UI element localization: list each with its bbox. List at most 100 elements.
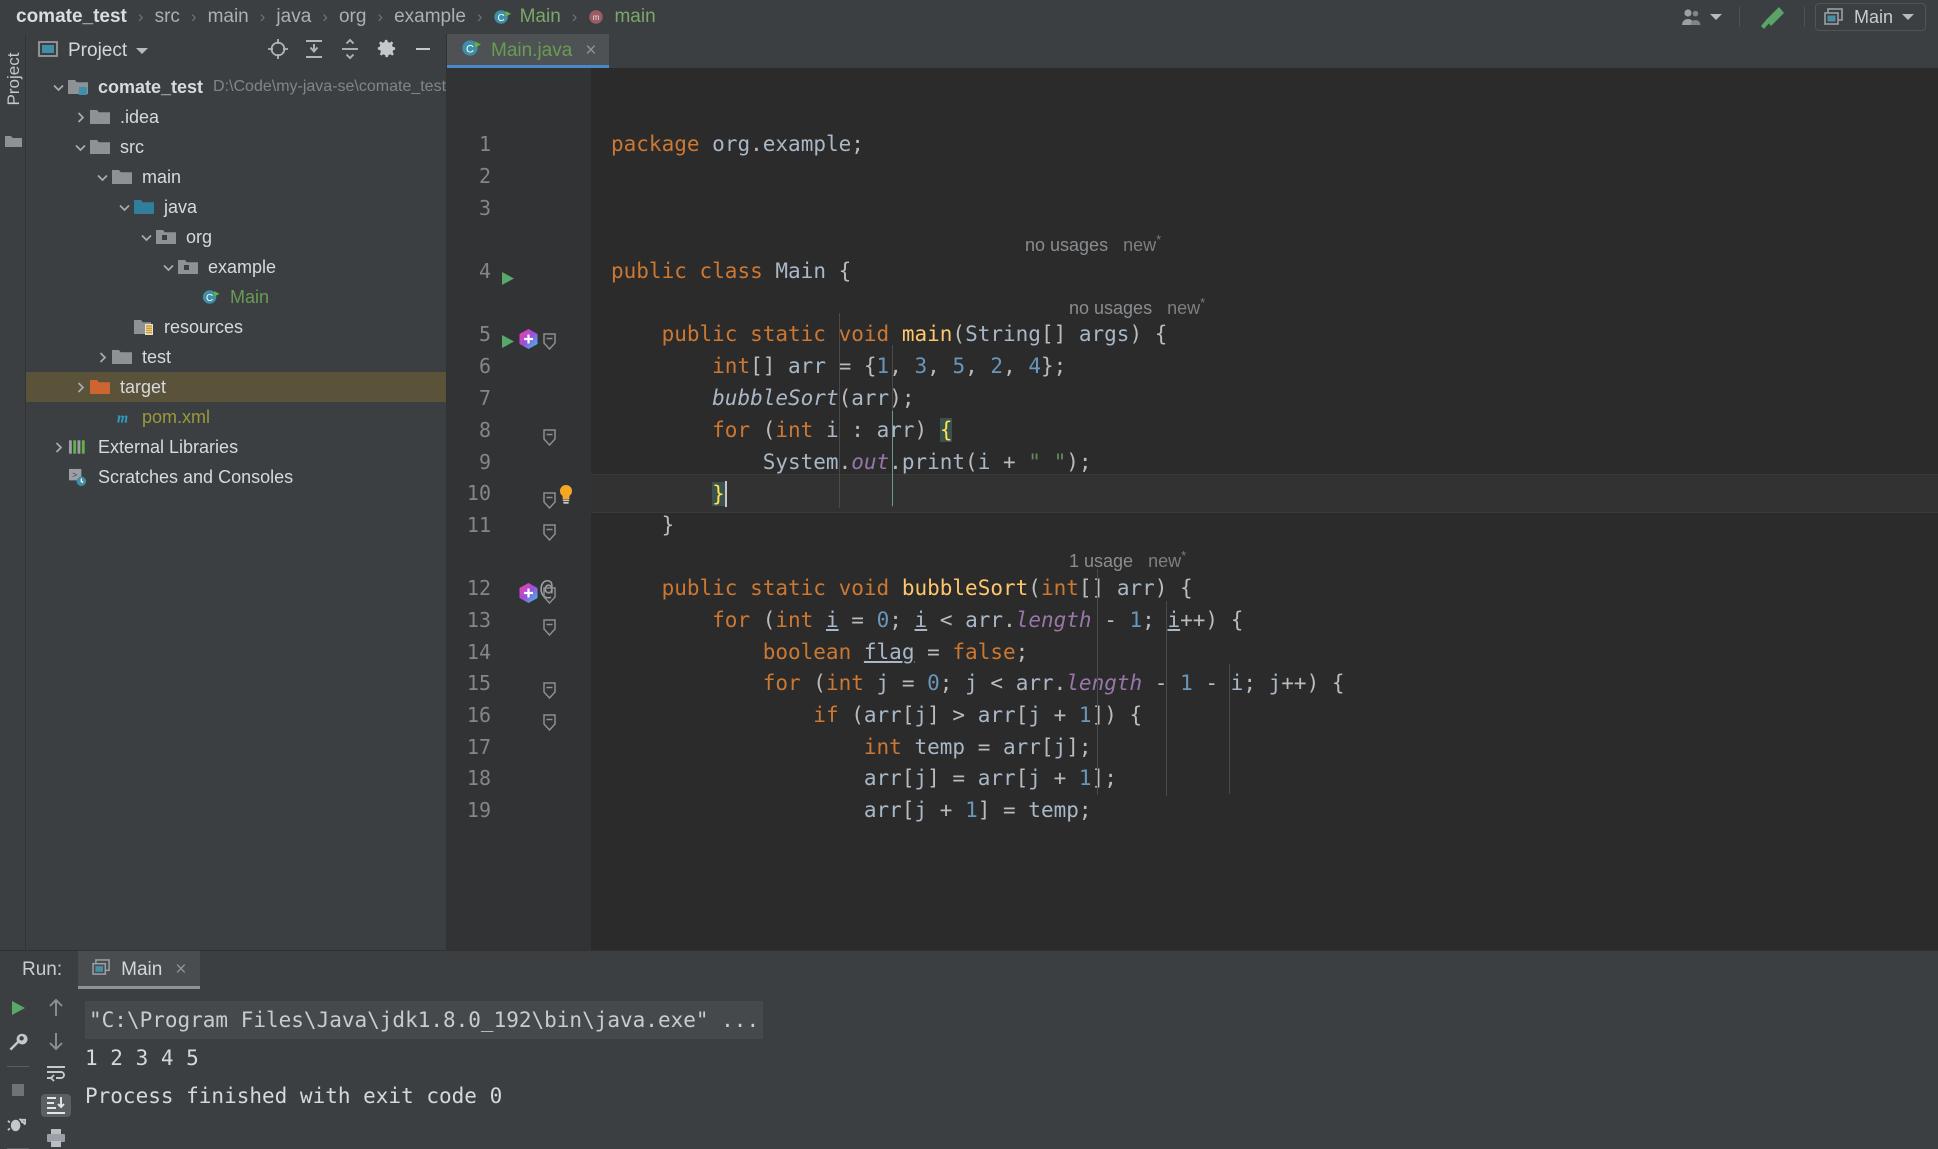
- chevron-down-icon[interactable]: [114, 201, 134, 214]
- expand-all-icon[interactable]: [303, 38, 325, 65]
- chevron-down-icon[interactable]: [70, 141, 90, 154]
- tree-node-external-libraries[interactable]: External Libraries: [26, 432, 446, 462]
- tree-node-src[interactable]: src: [26, 132, 446, 162]
- code-line[interactable]: public class Main {: [591, 252, 1938, 291]
- tree-node-label: src: [120, 137, 144, 158]
- breadcrumb-item-example[interactable]: example: [392, 6, 468, 28]
- tree-node-test[interactable]: test: [26, 342, 446, 372]
- chevron-down-icon[interactable]: [136, 48, 148, 54]
- tree-node-scratches-and-consoles[interactable]: >Scratches and Consoles: [26, 462, 446, 492]
- tree-node-label: resources: [164, 317, 243, 338]
- tree-node-pom-xml[interactable]: mpom.xml: [26, 402, 446, 432]
- svg-text:m: m: [593, 13, 600, 22]
- breadcrumb-item-org[interactable]: org: [337, 6, 368, 28]
- locate-icon[interactable]: [267, 38, 289, 65]
- gutter-line-19[interactable]: 19: [447, 791, 591, 830]
- hide-icon[interactable]: [412, 38, 434, 65]
- people-icon[interactable]: [1674, 3, 1729, 31]
- tree-node-main[interactable]: CMain: [26, 282, 446, 312]
- tree-node-comate-test[interactable]: comate_test D:\Code\my-java-se\comate_tes…: [26, 72, 446, 102]
- structure-folder-icon[interactable]: [5, 134, 22, 153]
- indent-guide: [1166, 601, 1167, 796]
- bug-dump-icon[interactable]: [3, 1114, 33, 1137]
- breadcrumb-item-comate-test[interactable]: comate_test: [14, 6, 129, 28]
- resources-folder-icon: [134, 318, 155, 336]
- source-code[interactable]: no usages new*no usages new*1 usage new*…: [591, 68, 1938, 950]
- code-line[interactable]: }: [591, 506, 1938, 545]
- folder-icon: [112, 168, 133, 186]
- chevron-right-icon[interactable]: [48, 441, 68, 454]
- tree-node-resources[interactable]: resources: [26, 312, 446, 342]
- tree-node--idea[interactable]: .idea: [26, 102, 446, 132]
- folder-icon: [90, 138, 111, 156]
- code-editor[interactable]: 123456789101112@13141516171819 no usages…: [447, 68, 1938, 950]
- new-hint[interactable]: new*: [1148, 551, 1186, 571]
- run-panel-header: Run: Main ×: [0, 951, 1938, 989]
- tree-node-example[interactable]: example: [26, 252, 446, 282]
- code-line[interactable]: package org.example;: [591, 125, 1938, 164]
- breadcrumb-item-src[interactable]: src: [153, 6, 182, 28]
- scroll-to-end-icon[interactable]: [41, 1094, 71, 1116]
- print-icon[interactable]: [41, 1127, 71, 1149]
- build-hammer-icon[interactable]: [1750, 3, 1794, 31]
- svg-text:C: C: [206, 293, 213, 304]
- breadcrumb-item-main[interactable]: main: [206, 6, 251, 28]
- breadcrumb-item-main[interactable]: main: [612, 6, 657, 28]
- tree-node-org[interactable]: org: [26, 222, 446, 252]
- tree-node-java[interactable]: java: [26, 192, 446, 222]
- editor-tab-bar: C Main.java ×: [447, 34, 1938, 68]
- chevron-down-icon: [1902, 14, 1914, 20]
- chevron-down-icon[interactable]: [92, 171, 112, 184]
- breadcrumb-separator: ›: [251, 7, 275, 27]
- editor-gutter[interactable]: 123456789101112@13141516171819: [447, 68, 591, 950]
- gutter-line-3[interactable]: 3: [447, 189, 591, 228]
- left-tool-rail: Project: [0, 34, 26, 950]
- run-configuration-selector[interactable]: Main: [1815, 3, 1926, 31]
- stop-icon[interactable]: [3, 1079, 33, 1102]
- run-toolbar-right: [35, 989, 77, 1149]
- breadcrumb-item-java[interactable]: java: [274, 6, 313, 28]
- navbar-right-controls: Main: [1674, 3, 1938, 31]
- usage-count-hint[interactable]: 1 usage: [1069, 551, 1133, 571]
- settings-gear-icon[interactable]: [375, 37, 398, 65]
- chevron-right-icon[interactable]: [70, 111, 90, 124]
- breadcrumb-item-main[interactable]: Main: [518, 6, 563, 28]
- chevron-right-icon[interactable]: [70, 381, 90, 394]
- chevron-right-icon[interactable]: [92, 351, 112, 364]
- collapse-all-icon[interactable]: [339, 38, 361, 65]
- tree-node-target[interactable]: target: [26, 372, 446, 402]
- wrench-settings-icon[interactable]: [3, 1032, 33, 1055]
- sidebar-item-project-tab[interactable]: Project: [1, 44, 27, 114]
- divider: [7, 1066, 29, 1067]
- chevron-down-icon[interactable]: [158, 261, 178, 274]
- module-folder-icon: [68, 78, 89, 96]
- line-number: 3: [457, 189, 491, 228]
- tree-node-main[interactable]: main: [26, 162, 446, 192]
- gutter-line-11[interactable]: 11: [447, 506, 591, 545]
- run-panel-body: "C:\Program Files\Java\jdk1.8.0_192\bin\…: [0, 989, 1938, 1149]
- tree-node-label: comate_test: [98, 77, 203, 98]
- tab-main-java[interactable]: C Main.java ×: [447, 34, 609, 68]
- folder-icon: [112, 348, 133, 366]
- code-fold-icon[interactable]: [542, 517, 557, 556]
- tree-node-path: D:\Code\my-java-se\comate_test: [213, 78, 446, 96]
- run-tab-main[interactable]: Main ×: [78, 951, 200, 989]
- close-icon[interactable]: ×: [585, 40, 596, 62]
- project-tree[interactable]: comate_test D:\Code\my-java-se\comate_tes…: [26, 68, 446, 950]
- chevron-down-icon[interactable]: [48, 81, 68, 94]
- close-icon[interactable]: ×: [175, 959, 186, 981]
- breadcrumb[interactable]: comate_test›src›main›java›org›example›CM…: [14, 6, 658, 28]
- intellij-idea-window: comate_test›src›main›java›org›example›CM…: [0, 0, 1938, 1149]
- console-output[interactable]: "C:\Program Files\Java\jdk1.8.0_192\bin\…: [77, 989, 1938, 1149]
- run-gutter-icon[interactable]: [499, 263, 516, 302]
- chevron-down-icon[interactable]: [136, 231, 156, 244]
- down-arrow-icon[interactable]: [41, 1029, 71, 1051]
- gutter-line-4[interactable]: 4: [447, 252, 591, 291]
- maven-icon: m: [112, 408, 133, 427]
- project-panel-title: Project: [68, 40, 127, 62]
- rerun-play-icon[interactable]: [3, 997, 33, 1020]
- code-line[interactable]: arr[j + 1] = temp;: [591, 791, 1938, 830]
- up-arrow-icon[interactable]: [41, 997, 71, 1019]
- source-folder-icon: [134, 198, 155, 216]
- soft-wrap-icon[interactable]: [41, 1062, 71, 1084]
